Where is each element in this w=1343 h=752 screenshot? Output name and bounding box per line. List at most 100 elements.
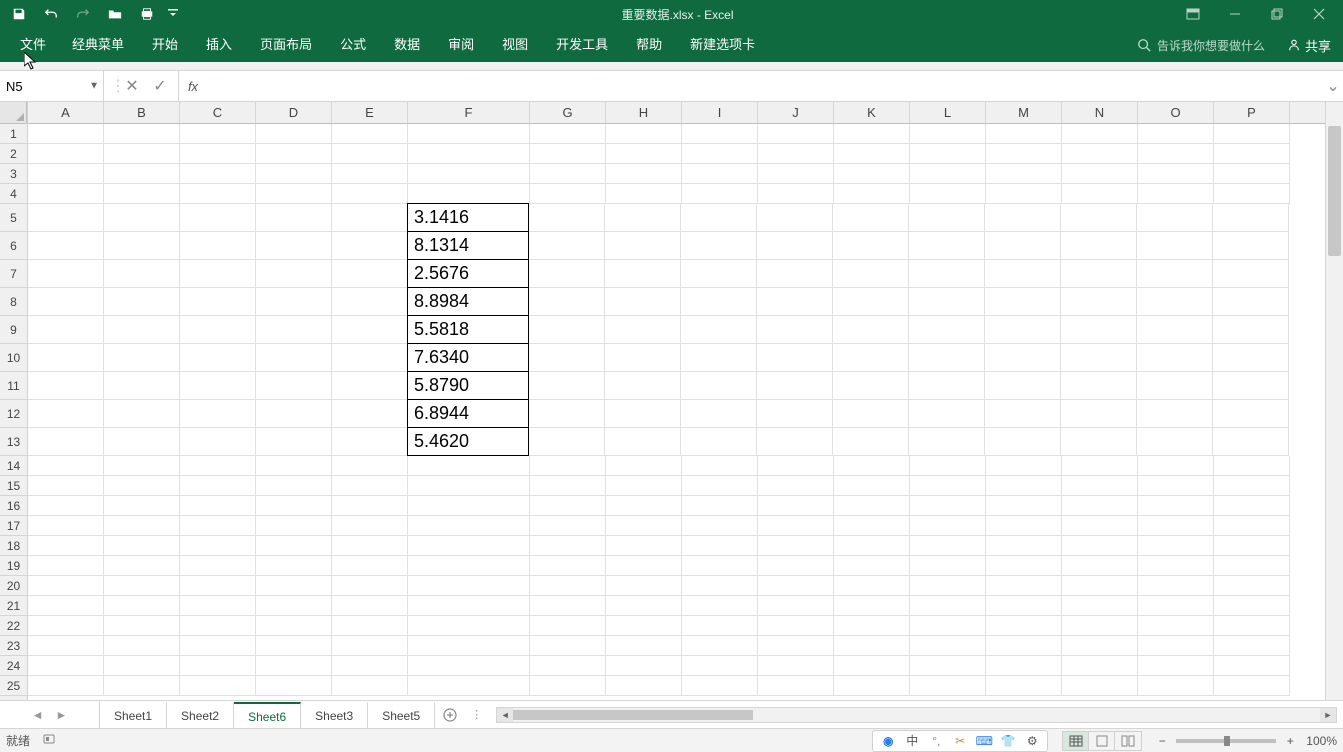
cell-D1[interactable] <box>256 124 332 144</box>
row-header-24[interactable]: 24 <box>0 656 27 676</box>
cell-C24[interactable] <box>180 656 256 676</box>
cell-A5[interactable] <box>28 204 104 232</box>
row-header-10[interactable]: 10 <box>0 344 27 372</box>
scroll-right-button[interactable]: ► <box>1320 708 1336 722</box>
cell-A19[interactable] <box>28 556 104 576</box>
cell-D14[interactable] <box>256 456 332 476</box>
cell-A9[interactable] <box>28 316 104 344</box>
cell-H5[interactable] <box>605 204 681 232</box>
cell-N6[interactable] <box>1061 232 1137 260</box>
cell-B22[interactable] <box>104 616 180 636</box>
cell-E20[interactable] <box>332 576 408 596</box>
cell-B24[interactable] <box>104 656 180 676</box>
cell-F8[interactable]: 8.8984 <box>407 287 529 316</box>
cell-N12[interactable] <box>1061 400 1137 428</box>
cell-E11[interactable] <box>332 372 408 400</box>
cell-H17[interactable] <box>606 516 682 536</box>
cell-E15[interactable] <box>332 476 408 496</box>
zoom-percentage[interactable]: 100% <box>1306 734 1337 748</box>
cell-K20[interactable] <box>834 576 910 596</box>
cell-P9[interactable] <box>1213 316 1289 344</box>
cell-O21[interactable] <box>1138 596 1214 616</box>
col-header-I[interactable]: I <box>682 102 758 123</box>
cell-E8[interactable] <box>332 288 408 316</box>
cell-A6[interactable] <box>28 232 104 260</box>
cell-N4[interactable] <box>1062 184 1138 204</box>
cell-O2[interactable] <box>1138 144 1214 164</box>
horizontal-scrollbar[interactable]: ◄ ► <box>496 707 1337 723</box>
macro-record-icon[interactable] <box>42 732 56 749</box>
cell-C12[interactable] <box>180 400 256 428</box>
cell-B10[interactable] <box>104 344 180 372</box>
cell-I3[interactable] <box>682 164 758 184</box>
cell-F17[interactable] <box>408 516 530 536</box>
cell-G13[interactable] <box>529 428 605 456</box>
cell-H16[interactable] <box>606 496 682 516</box>
cell-H23[interactable] <box>606 636 682 656</box>
cell-G3[interactable] <box>530 164 606 184</box>
cell-L15[interactable] <box>910 476 986 496</box>
cell-K24[interactable] <box>834 656 910 676</box>
col-header-F[interactable]: F <box>408 102 530 123</box>
cell-F13[interactable]: 5.4620 <box>407 427 529 456</box>
cell-F14[interactable] <box>408 456 530 476</box>
cell-O25[interactable] <box>1138 676 1214 696</box>
cell-A11[interactable] <box>28 372 104 400</box>
cell-O8[interactable] <box>1137 288 1213 316</box>
row-header-12[interactable]: 12 <box>0 400 27 428</box>
cell-O16[interactable] <box>1138 496 1214 516</box>
cell-N7[interactable] <box>1061 260 1137 288</box>
cell-E3[interactable] <box>332 164 408 184</box>
col-header-P[interactable]: P <box>1214 102 1290 123</box>
cell-G2[interactable] <box>530 144 606 164</box>
cell-F19[interactable] <box>408 556 530 576</box>
cell-H18[interactable] <box>606 536 682 556</box>
cell-E23[interactable] <box>332 636 408 656</box>
tab-新建选项卡[interactable]: 新建选项卡 <box>676 28 769 62</box>
tab-帮助[interactable]: 帮助 <box>622 28 676 62</box>
cell-A2[interactable] <box>28 144 104 164</box>
cell-P23[interactable] <box>1214 636 1290 656</box>
cell-E2[interactable] <box>332 144 408 164</box>
cell-K18[interactable] <box>834 536 910 556</box>
cell-O14[interactable] <box>1138 456 1214 476</box>
cell-J7[interactable] <box>757 260 833 288</box>
cell-J5[interactable] <box>757 204 833 232</box>
cell-H25[interactable] <box>606 676 682 696</box>
cell-K22[interactable] <box>834 616 910 636</box>
cell-L13[interactable] <box>909 428 985 456</box>
cell-M9[interactable] <box>985 316 1061 344</box>
cell-N20[interactable] <box>1062 576 1138 596</box>
cell-E1[interactable] <box>332 124 408 144</box>
cell-G9[interactable] <box>529 316 605 344</box>
cell-D19[interactable] <box>256 556 332 576</box>
redo-button[interactable] <box>68 2 98 26</box>
cell-K5[interactable] <box>833 204 909 232</box>
cell-O9[interactable] <box>1137 316 1213 344</box>
cell-A21[interactable] <box>28 596 104 616</box>
cell-G1[interactable] <box>530 124 606 144</box>
cell-N11[interactable] <box>1061 372 1137 400</box>
print-preview-button[interactable] <box>132 2 162 26</box>
cell-P18[interactable] <box>1214 536 1290 556</box>
cell-I6[interactable] <box>681 232 757 260</box>
sheet-prev-button[interactable]: ◄ <box>32 708 44 722</box>
cell-G4[interactable] <box>530 184 606 204</box>
col-header-C[interactable]: C <box>180 102 256 123</box>
row-header-16[interactable]: 16 <box>0 496 27 516</box>
cell-F12[interactable]: 6.8944 <box>407 399 529 428</box>
cell-E19[interactable] <box>332 556 408 576</box>
cell-J13[interactable] <box>757 428 833 456</box>
cell-A14[interactable] <box>28 456 104 476</box>
cell-N25[interactable] <box>1062 676 1138 696</box>
cell-D15[interactable] <box>256 476 332 496</box>
cell-C20[interactable] <box>180 576 256 596</box>
cell-J9[interactable] <box>757 316 833 344</box>
cell-C23[interactable] <box>180 636 256 656</box>
cell-J17[interactable] <box>758 516 834 536</box>
col-header-G[interactable]: G <box>530 102 606 123</box>
cell-D22[interactable] <box>256 616 332 636</box>
cell-J19[interactable] <box>758 556 834 576</box>
cell-A4[interactable] <box>28 184 104 204</box>
tell-me-search[interactable]: 告诉我你想要做什么 <box>1127 37 1275 54</box>
